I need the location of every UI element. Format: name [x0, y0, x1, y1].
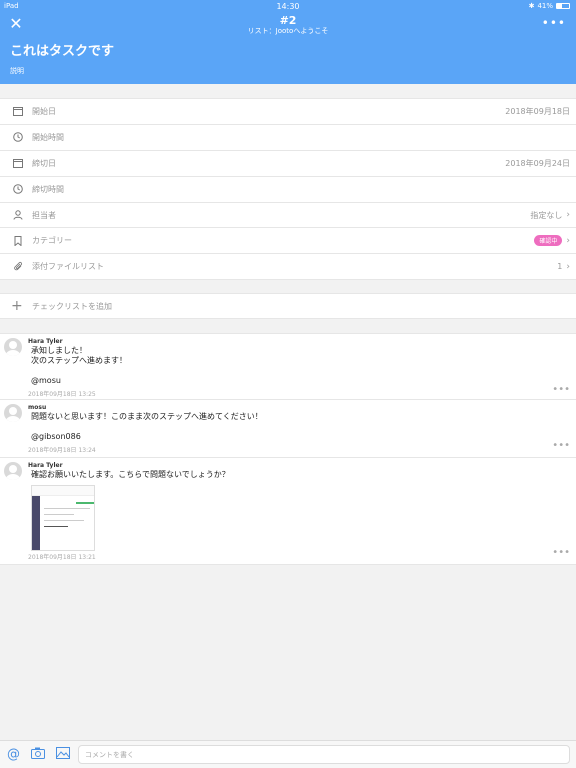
attachment-count: 1: [557, 262, 563, 272]
assignee-value: 指定なし: [530, 210, 563, 220]
avatar: [4, 338, 22, 356]
thumbnail-sidebar: [32, 496, 40, 550]
person-icon: [12, 209, 24, 221]
thumbnail-line: [44, 508, 90, 509]
status-bar: iPad 14:30 ✱ 41%: [0, 0, 576, 12]
field-label: 開始時間: [32, 132, 64, 142]
field-due-time[interactable]: 締切時間: [0, 177, 576, 203]
field-due-date[interactable]: 締切日 2018年09月24日: [0, 151, 576, 177]
clock-icon: [12, 131, 24, 143]
comment-input[interactable]: [78, 745, 570, 764]
field-label: 開始日: [32, 106, 56, 116]
thumbnail-line: [44, 520, 84, 521]
field-assignee[interactable]: 担当者 指定なし ›: [0, 203, 576, 229]
task-fields: 開始日 2018年09月18日 開始時間 締切日 2018年09月24日 締切時…: [0, 98, 576, 281]
camera-icon[interactable]: [31, 747, 45, 763]
plus-icon: +: [11, 298, 23, 314]
battery-status: ✱ 41%: [529, 2, 570, 10]
field-value: 1 ›: [557, 262, 570, 272]
field-label: カテゴリー: [32, 236, 72, 246]
field-start-date[interactable]: 開始日 2018年09月18日: [0, 99, 576, 125]
thumbnail-line: [44, 514, 74, 515]
field-label: 締切時間: [32, 184, 64, 194]
comment-more-icon[interactable]: •••: [552, 440, 570, 451]
field-start-time[interactable]: 開始時間: [0, 125, 576, 151]
calendar-icon: [12, 105, 24, 117]
thumbnail-line: [44, 526, 68, 527]
clock-icon: [12, 183, 24, 195]
paperclip-icon: [12, 261, 24, 273]
battery-icon: [556, 3, 570, 9]
field-value: 確認中 ›: [534, 235, 570, 247]
task-description[interactable]: 説明: [10, 66, 24, 76]
comment-author: Hara Tyler: [28, 338, 63, 345]
comment-author: Hara Tyler: [28, 462, 63, 469]
comment-more-icon[interactable]: •••: [552, 384, 570, 395]
field-category[interactable]: カテゴリー 確認中 ›: [0, 228, 576, 255]
chevron-right-icon: ›: [566, 235, 570, 246]
image-icon[interactable]: [56, 747, 70, 763]
comment-time: 2018年09月18日 13:25: [28, 391, 96, 398]
add-checklist-label: チェックリストを追加: [32, 301, 112, 311]
field-value: 2018年09月24日: [505, 158, 570, 168]
thumbnail-accent: [76, 502, 94, 504]
field-label: 添付ファイルリスト: [32, 262, 104, 272]
comment-bar: @: [0, 740, 576, 768]
thumbnail-header: [32, 486, 94, 496]
comment-time: 2018年09月18日 13:24: [28, 447, 96, 454]
bluetooth-icon: ✱: [528, 2, 535, 10]
category-badge: 確認中: [534, 235, 563, 247]
field-label: 締切日: [32, 158, 56, 168]
chevron-right-icon: ›: [566, 261, 570, 272]
comment-more-icon[interactable]: •••: [552, 547, 570, 558]
more-icon[interactable]: •••: [542, 16, 566, 30]
comment-author: mosu: [28, 404, 47, 411]
comment-body: 承知しました！ 次のステップへ進めます！ @mosu: [31, 346, 127, 385]
task-list-name: リスト：Jootoへようこそ: [247, 27, 329, 35]
comment-time: 2018年09月18日 13:21: [28, 554, 96, 561]
avatar: [4, 404, 22, 422]
avatar: [4, 462, 22, 480]
mention-icon[interactable]: @: [7, 747, 20, 762]
field-label: 担当者: [32, 210, 56, 220]
field-value: 指定なし ›: [530, 210, 570, 221]
add-checklist-button[interactable]: + チェックリストを追加: [0, 293, 576, 319]
comment-item: Hara Tyler 承知しました！ 次のステップへ進めます！ @mosu 20…: [0, 334, 576, 400]
battery-percent: 41%: [537, 2, 553, 10]
comment-body: 問題ないと思います！このまま次のステップへ進めてください！ @gibson086: [31, 412, 263, 441]
attachment-thumbnail[interactable]: [31, 485, 95, 551]
task-header: iPad 14:30 ✱ 41% ✕ #2 リスト：Jootoへようこそ •••…: [0, 0, 576, 84]
bookmark-icon: [12, 235, 24, 247]
comment-item: mosu 問題ないと思います！このまま次のステップへ進めてください！ @gibs…: [0, 400, 576, 458]
chevron-right-icon: ›: [566, 210, 570, 220]
task-title[interactable]: これはタスクです: [10, 40, 114, 59]
field-value: 2018年09月18日: [505, 106, 570, 116]
comment-body: 確認お願いいたします。こちらで問題ないでしょうか？: [31, 470, 230, 479]
calendar-icon: [12, 157, 24, 169]
status-time: 14:30: [276, 2, 300, 11]
field-attachments[interactable]: 添付ファイルリスト 1 ›: [0, 254, 576, 281]
